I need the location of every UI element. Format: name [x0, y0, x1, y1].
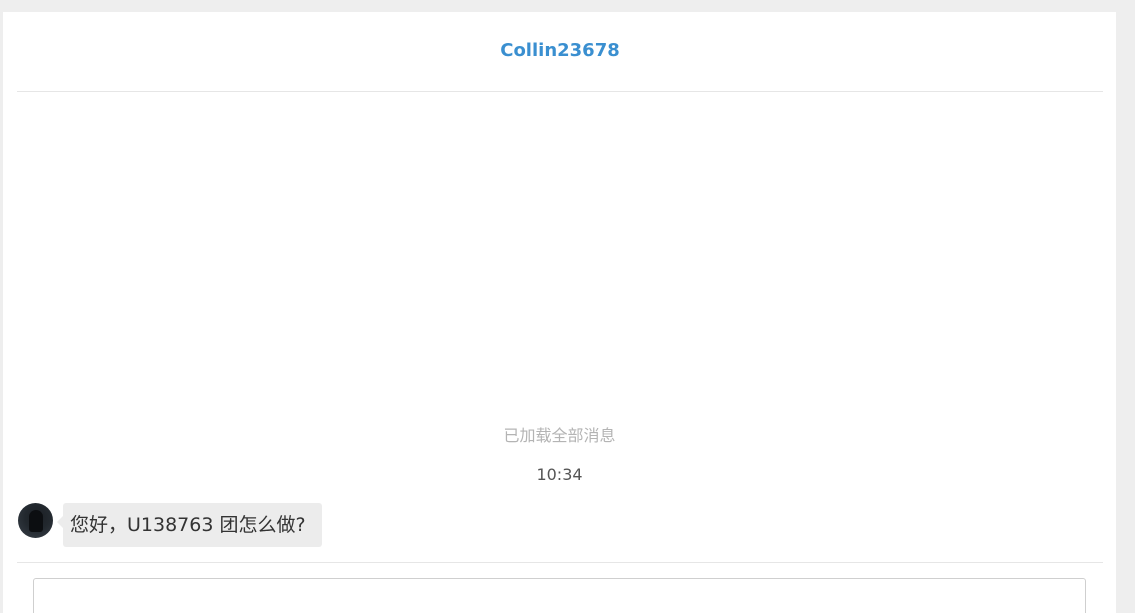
message-input[interactable] — [33, 578, 1086, 613]
chat-panel: Collin23678 已加载全部消息 10:34 您好，U138763 团怎么… — [3, 12, 1116, 613]
chat-title: Collin23678 — [500, 40, 620, 61]
chat-header: Collin23678 — [17, 12, 1103, 92]
message-timestamp: 10:34 — [536, 465, 583, 484]
avatar-figure — [29, 510, 43, 532]
message-bubble: 您好，U138763 团怎么做? — [57, 503, 322, 547]
composer — [17, 562, 1103, 613]
user-avatar-icon[interactable] — [18, 503, 53, 538]
messages-area[interactable]: 已加载全部消息 10:34 您好，U138763 团怎么做? — [3, 92, 1116, 562]
message-text: 您好，U138763 团怎么做? — [70, 514, 306, 536]
bubble-tail — [57, 516, 63, 528]
load-status-text: 已加载全部消息 — [503, 426, 616, 445]
